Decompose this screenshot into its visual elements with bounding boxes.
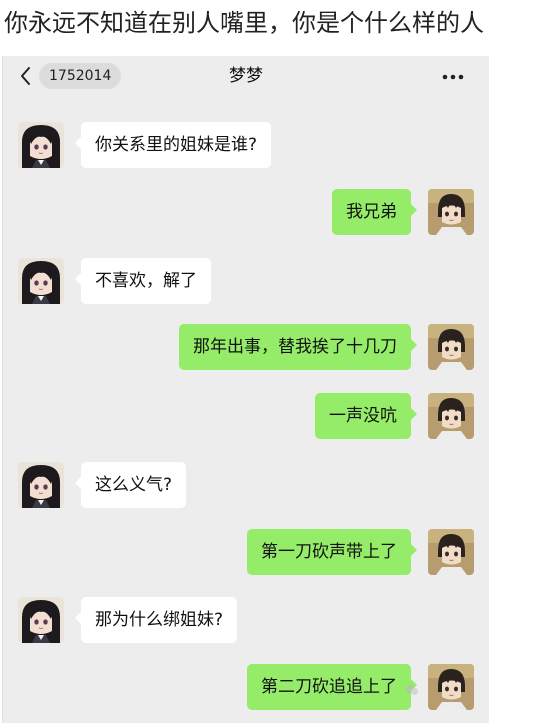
avatar-boy[interactable] <box>428 529 474 575</box>
avatar-boy[interactable] <box>428 664 474 710</box>
message-bubble-self[interactable]: 一声没吭 <box>315 393 417 439</box>
message-bubble-other[interactable]: 那为什么绑姐妹? <box>74 597 238 643</box>
avatar-girl[interactable] <box>18 597 64 643</box>
chat-screen: 1752014 梦梦 你关系里的姐妹是谁? 我兄弟 不喜欢，解了 那年出事，替我… <box>2 56 489 723</box>
avatar-girl[interactable] <box>18 462 64 508</box>
avatar-boy[interactable] <box>428 189 474 235</box>
avatar-girl[interactable] <box>18 122 64 168</box>
message-bubble-other[interactable]: 你关系里的姐妹是谁? <box>74 122 272 168</box>
chat-top-bar: 1752014 梦梦 <box>3 56 489 96</box>
avatar-boy[interactable] <box>428 393 474 439</box>
watermark <box>405 683 419 697</box>
message-bubble-self[interactable]: 第一刀砍声带上了 <box>247 529 417 575</box>
message-bubble-other[interactable]: 不喜欢，解了 <box>75 258 211 304</box>
message-bubble-other[interactable]: 这么义气? <box>74 462 187 508</box>
avatar-boy[interactable] <box>428 324 474 370</box>
avatar-girl[interactable] <box>18 258 64 304</box>
chat-title: 梦梦 <box>229 66 263 86</box>
wechat-watermark-icon <box>406 685 418 695</box>
message-bubble-self[interactable]: 第二刀砍追追上了 <box>247 664 417 710</box>
message-bubble-self[interactable]: 那年出事，替我挨了十几刀 <box>179 324 417 370</box>
more-dots-icon[interactable] <box>439 68 467 86</box>
post-caption: 你永远不知道在别人嘴里，你是个什么样的人 <box>4 9 484 37</box>
message-bubble-self[interactable]: 我兄弟 <box>332 189 417 235</box>
